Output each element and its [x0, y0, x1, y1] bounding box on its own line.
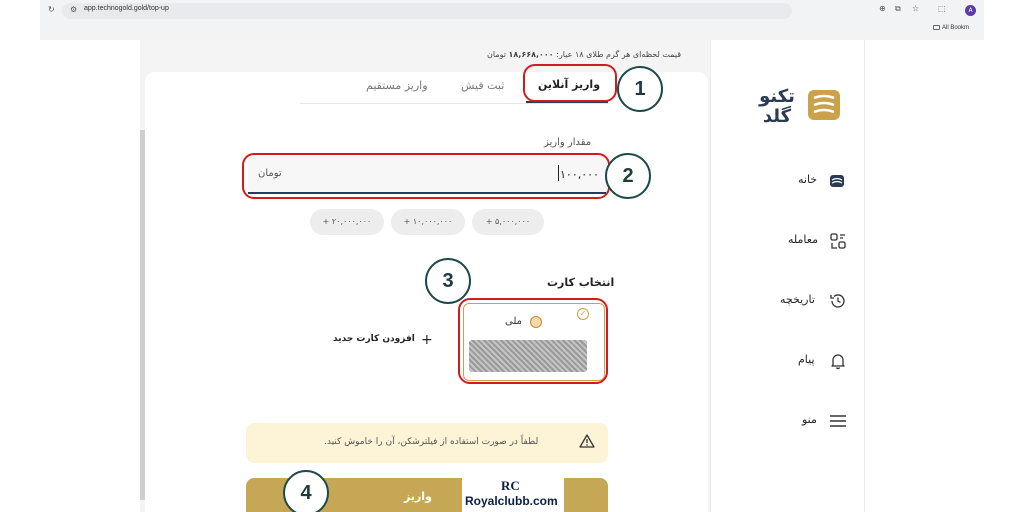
chip-5m[interactable]: + ۵,۰۰۰,۰۰۰ — [472, 209, 544, 235]
brand-top: تکنو — [759, 86, 795, 107]
brand-mark-icon — [813, 94, 835, 114]
tab-register-receipt[interactable]: ثبت فیش — [461, 79, 504, 92]
bell-icon — [831, 354, 845, 370]
reload-icon[interactable]: ↻ — [48, 6, 55, 14]
sidebar-item-label: تاریخچه — [780, 293, 815, 306]
warning-text: لطفاً در صورت استفاده از فیلترشکن، آن را… — [324, 437, 539, 447]
gold-price-value: ۱۸,۶۶۸,۰۰۰ — [508, 50, 554, 59]
sidebar-item-home[interactable]: خانه — [780, 170, 850, 192]
site-info-icon[interactable]: ⚙ — [70, 6, 77, 14]
sidebar-item-menu[interactable]: منو — [780, 410, 850, 432]
url-text: app.technogold.gold/top-up — [84, 5, 169, 12]
star-icon[interactable]: ☆ — [912, 5, 919, 13]
address-bar[interactable] — [62, 3, 792, 19]
annotation-number: 3 — [425, 258, 471, 304]
tab-direct-deposit[interactable]: واریز مستقیم — [366, 79, 428, 92]
warning-icon — [579, 434, 595, 448]
gold-price: قیمت لحظه‌ای هر گرم طلای ۱۸ عیار: ۱۸,۶۶۸… — [487, 50, 681, 59]
chip-10m[interactable]: + ۱۰,۰۰۰,۰۰۰ — [391, 209, 465, 235]
brand-name: تکنو گلد — [752, 88, 802, 126]
sidebar-item-messages[interactable]: پیام — [780, 350, 850, 372]
bookmarks-label[interactable]: All Bookm — [942, 25, 969, 31]
trade-icon — [830, 233, 846, 249]
sidebar-item-trade[interactable]: معامله — [780, 230, 850, 252]
page: ↻ ⚙ app.technogold.gold/top-up ⊕ ⧉ ☆ ⬚ A… — [0, 0, 1024, 512]
menu-icon — [830, 415, 846, 427]
sidebar-item-label: منو — [802, 413, 817, 426]
annotation-number: 2 — [605, 153, 651, 199]
amount-label: مقدار واریز — [544, 137, 592, 148]
annotation-box-card — [458, 298, 608, 384]
history-icon — [830, 294, 845, 308]
brand-bottom: گلد — [762, 106, 792, 127]
home-icon — [830, 175, 844, 187]
brand-logo-icon — [808, 90, 840, 120]
install-icon[interactable]: ⧉ — [895, 5, 901, 13]
sidebar-item-label: معامله — [788, 233, 818, 246]
sidebar-item-label: خانه — [798, 173, 818, 186]
annotation-box-amount — [242, 153, 610, 199]
chip-20m[interactable]: + ۲۰,۰۰۰,۰۰۰ — [310, 209, 384, 235]
browser-toolbar: ↻ ⚙ app.technogold.gold/top-up ⊕ ⧉ ☆ ⬚ A… — [40, 0, 984, 40]
zoom-icon[interactable]: ⊕ — [879, 5, 886, 13]
sidebar-item-label: پیام — [798, 353, 815, 366]
add-card-label: افزودن کارت جدید — [333, 334, 415, 344]
sidebar-item-history[interactable]: تاریخچه — [780, 290, 850, 312]
folder-icon — [933, 25, 940, 30]
annotation-number: 4 — [283, 470, 329, 512]
avatar[interactable]: A — [965, 5, 976, 16]
annotation-box-tab — [523, 64, 617, 102]
extensions-icon[interactable]: ⬚ — [938, 5, 946, 13]
card-select-label: انتخاب کارت — [547, 276, 615, 289]
watermark-text: Royalclubb.com — [465, 494, 558, 508]
tabs-divider — [300, 103, 608, 104]
gold-price-unit: تومان — [487, 50, 506, 59]
watermark-logo: RC — [501, 478, 520, 493]
annotation-number: 1 — [617, 66, 663, 112]
deposit-button-label: واریز — [404, 490, 432, 503]
plus-icon: + — [421, 332, 433, 348]
gold-price-label: قیمت لحظه‌ای هر گرم طلای ۱۸ عیار: — [556, 50, 682, 59]
